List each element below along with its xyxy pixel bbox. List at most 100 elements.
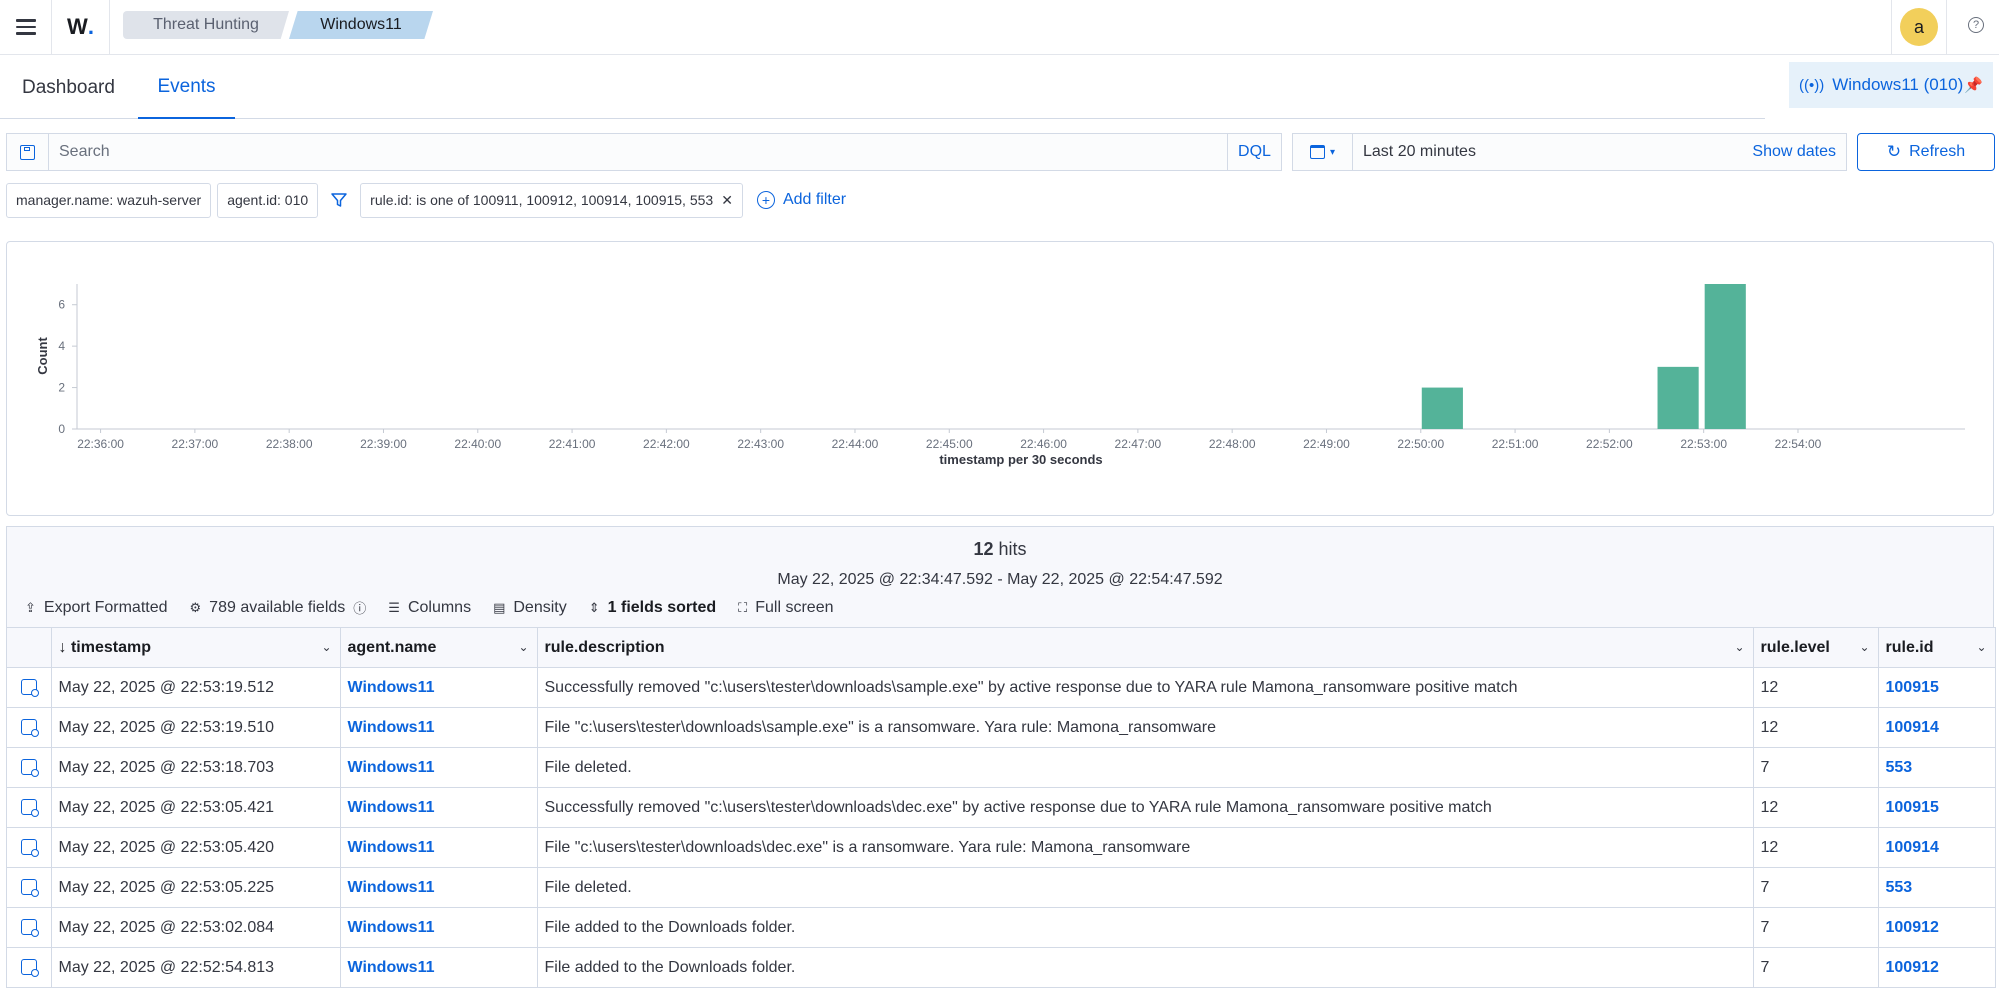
chevron-down-icon[interactable]: ⌄ <box>1734 640 1744 654</box>
query-language-toggle[interactable]: DQL <box>1227 134 1281 170</box>
cell-rule-id[interactable]: 553 <box>1878 747 1996 788</box>
close-icon[interactable]: ✕ <box>721 192 733 209</box>
inspect-icon <box>20 759 39 778</box>
logo-dot: . <box>87 14 94 39</box>
table-row[interactable]: May 22, 2025 @ 22:53:18.703 Windows11 File… <box>7 747 1996 788</box>
histogram-bar[interactable] <box>1421 387 1463 429</box>
inspect-button[interactable] <box>7 707 52 748</box>
tab-dashboard[interactable]: Dashboard <box>22 56 115 119</box>
x-tick-label: 22:52:00 <box>1586 437 1633 451</box>
cell-timestamp: May 22, 2025 @ 22:53:05.421 <box>51 787 341 828</box>
cell-rule-id[interactable]: 100914 <box>1878 827 1996 868</box>
sort-button[interactable]: ⇕ 1 fields sorted <box>589 599 716 617</box>
filter-icon[interactable] <box>324 191 354 209</box>
cell-rule-id[interactable]: 553 <box>1878 867 1996 908</box>
column-header-rule-description[interactable]: rule.description ⌄ <box>537 627 1754 668</box>
cell-rule-id[interactable]: 100914 <box>1878 707 1996 748</box>
cell-agent-name[interactable]: Windows11 <box>340 787 538 828</box>
cell-rule-description: File added to the Downloads folder. <box>537 907 1754 948</box>
inspect-icon <box>20 719 39 738</box>
x-tick-label: 22:51:00 <box>1492 437 1539 451</box>
table-row[interactable]: May 22, 2025 @ 22:52:54.813 Windows11 File… <box>7 947 1996 988</box>
search-input[interactable] <box>49 134 1227 170</box>
table-row[interactable]: May 22, 2025 @ 22:53:05.225 Windows11 File… <box>7 867 1996 908</box>
cell-rule-id[interactable]: 100912 <box>1878 907 1996 948</box>
inspect-button[interactable] <box>7 747 52 788</box>
pin-icon[interactable]: 📌 <box>1964 76 1983 94</box>
table-row[interactable]: May 22, 2025 @ 22:53:19.512 Windows11 Succ… <box>7 667 1996 708</box>
app-logo[interactable]: W. <box>52 0 110 54</box>
cell-agent-name[interactable]: Windows11 <box>340 827 538 868</box>
cell-rule-level: 12 <box>1753 787 1879 828</box>
inspect-button[interactable] <box>7 787 52 828</box>
cell-agent-name[interactable]: Windows11 <box>340 667 538 708</box>
filter-pill-rule-id[interactable]: rule.id: is one of 100911, 100912, 10091… <box>360 182 743 218</box>
quick-select-button[interactable]: ▾ <box>1293 134 1353 170</box>
breadcrumb-threat-hunting[interactable]: Threat Hunting <box>123 11 289 39</box>
cell-rule-id[interactable]: 100912 <box>1878 947 1996 988</box>
show-dates-link[interactable]: Show dates <box>1752 143 1846 161</box>
top-bar: W. Threat Hunting Windows11 a ? <box>0 0 1999 55</box>
saved-queries-button[interactable] <box>7 134 49 170</box>
table-row[interactable]: May 22, 2025 @ 22:53:19.510 Windows11 File… <box>7 707 1996 748</box>
cell-agent-name[interactable]: Windows11 <box>340 747 538 788</box>
cell-timestamp: May 22, 2025 @ 22:53:05.420 <box>51 827 341 868</box>
table-row[interactable]: May 22, 2025 @ 22:53:02.084 Windows11 File… <box>7 907 1996 948</box>
filter-pill-manager[interactable]: manager.name: wazuh-server <box>6 182 212 218</box>
filter-pill-agent[interactable]: agent.id: 010 <box>217 182 319 218</box>
inspect-button[interactable] <box>7 867 52 908</box>
fields-icon: ⚙ <box>189 599 202 615</box>
inspect-button[interactable] <box>7 907 52 948</box>
tab-events[interactable]: Events <box>138 56 235 119</box>
chevron-down-icon[interactable]: ⌄ <box>518 640 528 654</box>
table-row[interactable]: May 22, 2025 @ 22:53:05.421 Windows11 Succ… <box>7 787 1996 828</box>
chevron-down-icon[interactable]: ⌄ <box>1859 640 1869 654</box>
chevron-down-icon[interactable]: ⌄ <box>321 640 331 654</box>
inspect-button[interactable] <box>7 667 52 708</box>
add-filter-button[interactable]: + Add filter <box>756 191 846 209</box>
cell-rule-id[interactable]: 100915 <box>1878 667 1996 708</box>
cell-rule-level: 12 <box>1753 707 1879 748</box>
column-header-rule-id[interactable]: rule.id ⌄ <box>1878 627 1996 668</box>
export-button[interactable]: ⇪ Export Formatted <box>25 599 168 617</box>
cell-agent-name[interactable]: Windows11 <box>340 907 538 948</box>
column-header-label: rule.level <box>1760 638 1830 656</box>
inspect-icon <box>20 839 39 858</box>
x-tick-label: 22:48:00 <box>1209 437 1256 451</box>
refresh-label: Refresh <box>1909 143 1966 160</box>
available-fields-label: 789 available fields <box>209 598 346 616</box>
breadcrumb-windows11[interactable]: Windows11 <box>289 11 433 39</box>
y-tick-label: 6 <box>58 298 65 312</box>
cell-agent-name[interactable]: Windows11 <box>340 707 538 748</box>
time-range[interactable]: Last 20 minutes <box>1353 143 1752 161</box>
histogram-bar[interactable] <box>1657 366 1699 429</box>
column-header-agent-name[interactable]: agent.name ⌄ <box>340 627 538 668</box>
inspect-button[interactable] <box>7 827 52 868</box>
cell-rule-id[interactable]: 100915 <box>1878 787 1996 828</box>
histogram-panel: Count timestamp per 30 seconds 0 2 4 6 22:36… <box>6 241 1994 516</box>
user-menu[interactable]: a <box>1891 0 1947 54</box>
menu-button[interactable] <box>0 0 52 54</box>
column-header-timestamp[interactable]: ↓ timestamp ⌄ <box>51 627 341 668</box>
histogram-bar[interactable] <box>1704 284 1746 429</box>
cell-agent-name[interactable]: Windows11 <box>340 947 538 988</box>
chevron-down-icon[interactable]: ⌄ <box>1976 640 1986 654</box>
table-row[interactable]: May 22, 2025 @ 22:53:05.420 Windows11 File… <box>7 827 1996 868</box>
x-tick-label: 22:43:00 <box>737 437 784 451</box>
refresh-icon: ↻ <box>1886 142 1902 161</box>
column-header-rule-level[interactable]: rule.level ⌄ <box>1753 627 1879 668</box>
available-fields-button[interactable]: ⚙ 789 available fields ⓘ <box>190 598 367 617</box>
density-button[interactable]: ▤ Density <box>493 599 567 617</box>
fullscreen-button[interactable]: ⛶ Full screen <box>738 599 833 617</box>
inspect-icon <box>20 679 39 698</box>
export-icon: ⇪ <box>25 599 36 615</box>
cell-agent-name[interactable]: Windows11 <box>340 867 538 908</box>
x-tick-label: 22:40:00 <box>454 437 501 451</box>
pinned-agent-button[interactable]: ((•)) Windows11 (010) 📌 <box>1789 62 1993 108</box>
y-tick-label: 2 <box>58 381 65 395</box>
inspect-button[interactable] <box>7 947 52 988</box>
columns-button[interactable]: ☰ Columns <box>388 599 471 617</box>
hits-count: 12 hits <box>7 539 1993 560</box>
refresh-button[interactable]: ↻ Refresh <box>1857 133 1995 171</box>
help-icon[interactable]: ? <box>1968 17 1984 33</box>
